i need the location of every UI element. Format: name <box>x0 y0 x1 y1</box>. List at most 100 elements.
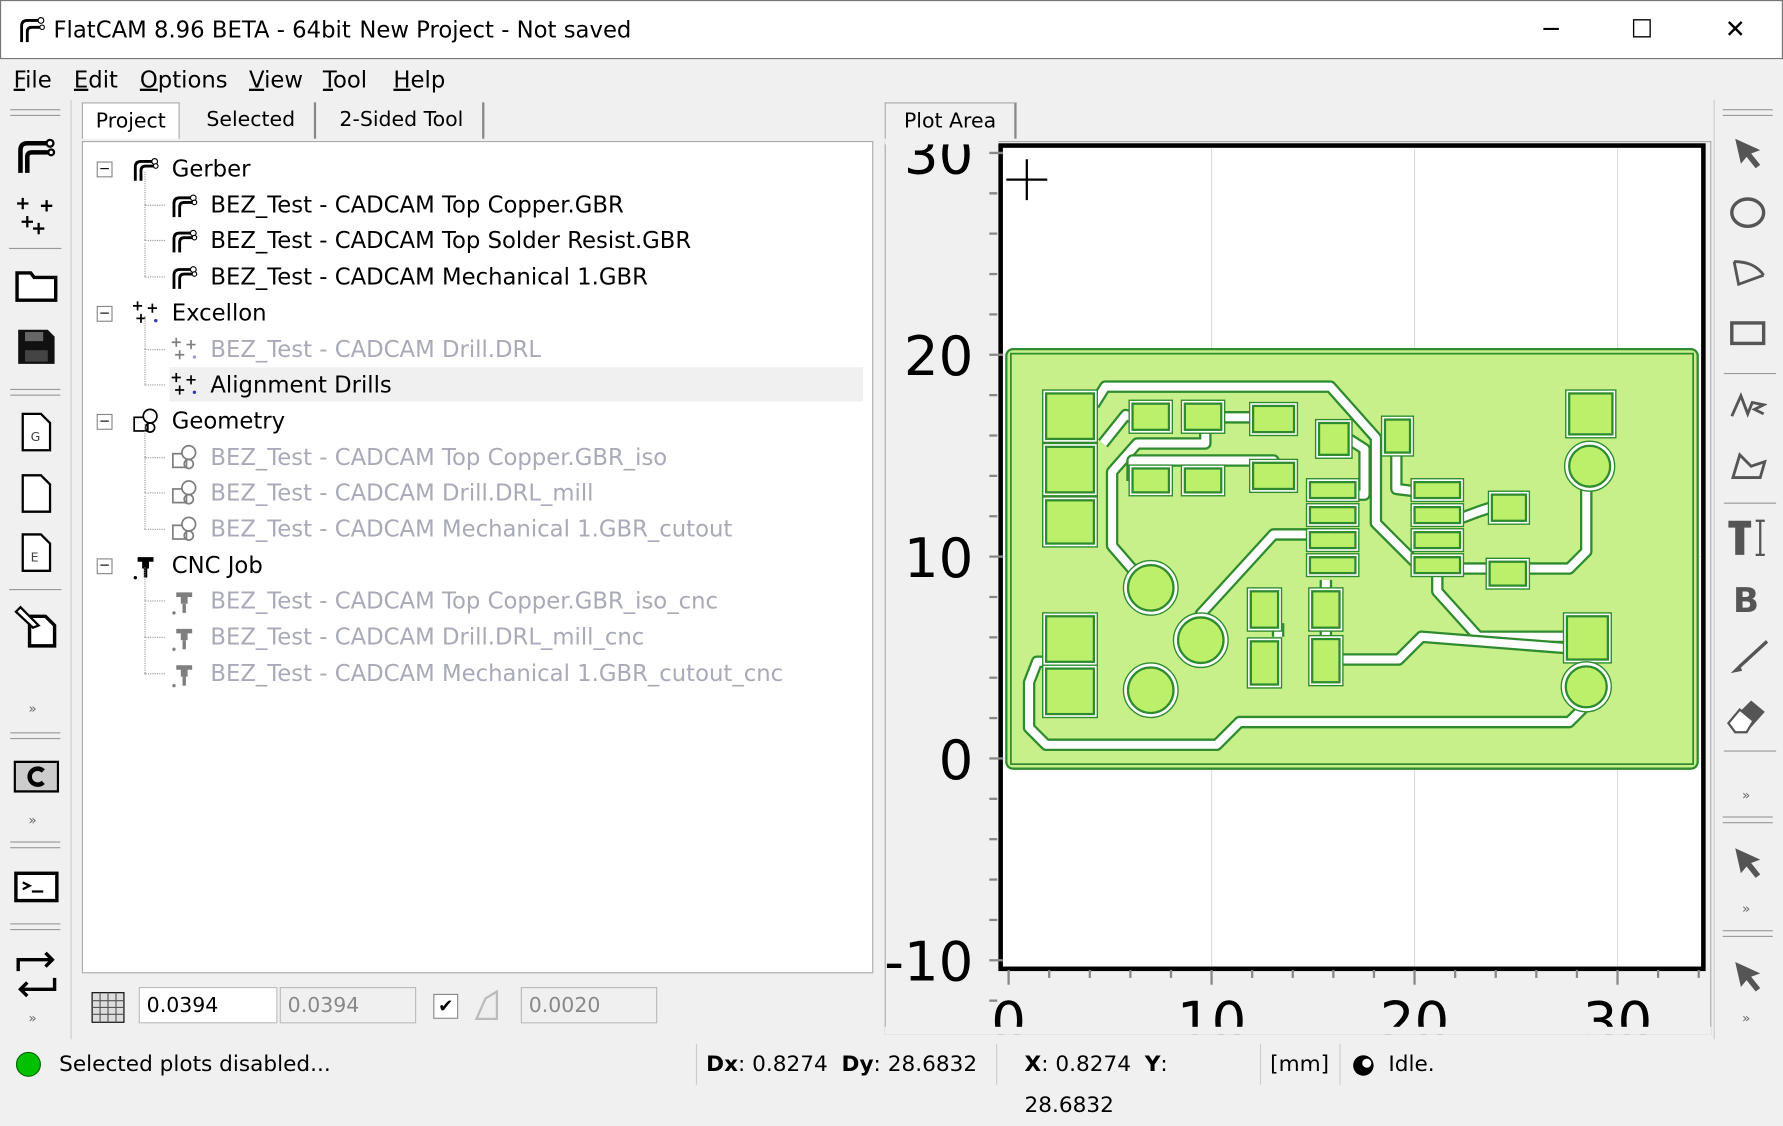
open-folder-icon[interactable] <box>14 266 59 302</box>
copper-pad <box>1413 556 1462 575</box>
select-arrow-icon[interactable] <box>1728 134 1767 173</box>
rectangle-tool-icon[interactable] <box>1728 314 1767 353</box>
save-icon[interactable] <box>16 327 57 366</box>
snap-max-icon[interactable] <box>472 989 506 1023</box>
tree-item[interactable]: Alignment Drills <box>169 367 864 402</box>
copper-pad <box>1565 615 1609 661</box>
tree-item-label: BEZ_Test - CADCAM Top Copper.GBR <box>210 190 624 218</box>
project-tree[interactable]: − Gerber BEZ_Test - CADCAM Top Copper.GBR B… <box>81 141 874 974</box>
toolbar-overflow-icon[interactable]: » <box>1742 787 1750 803</box>
copper-pad <box>1413 531 1462 550</box>
maximize-button[interactable]: ☐ <box>1616 10 1668 51</box>
tree-item[interactable]: BEZ_Test - CADCAM Mechanical 1.GBR_cutou… <box>169 656 863 690</box>
buffer-tool-icon[interactable]: B <box>1728 578 1767 617</box>
open-excellon-icon[interactable] <box>14 191 59 236</box>
toolbar-grip[interactable] <box>10 732 61 740</box>
shell-icon[interactable] <box>14 869 59 905</box>
copper-pad <box>1044 615 1096 663</box>
toolbar-grip[interactable] <box>1722 930 1773 937</box>
dx-value: 0.8274 <box>752 1051 828 1077</box>
close-button[interactable]: ✕ <box>1709 10 1761 51</box>
toolbar-overflow-icon[interactable]: » <box>28 1010 36 1026</box>
collapse-toggle[interactable]: − <box>96 557 113 574</box>
menu-edit[interactable]: Edit <box>74 66 118 93</box>
toolbar-grip[interactable] <box>10 923 61 931</box>
copper-pad <box>1251 461 1296 491</box>
copper-pad <box>1176 616 1225 665</box>
collapse-toggle[interactable]: − <box>96 414 113 430</box>
tree-group[interactable]: CNC Job <box>131 548 863 582</box>
cnc-icon <box>172 628 193 652</box>
toolbar-grip[interactable] <box>1722 109 1773 116</box>
arc-tool-icon[interactable] <box>1728 252 1767 291</box>
snap-max-input[interactable]: 0.0020 <box>520 987 658 1024</box>
tab-2-sided-tool[interactable]: 2-Sided Tool <box>321 102 485 139</box>
x-label: X <box>1024 1051 1042 1077</box>
circle-tool-icon[interactable] <box>1728 193 1767 232</box>
plot-canvas[interactable]: 3020100-100 10 20 30 <box>884 141 1712 1035</box>
new-gerber-file-icon[interactable]: G <box>20 412 52 453</box>
menu-tool[interactable]: Tool <box>323 66 367 93</box>
minimize-button[interactable]: ─ <box>1525 10 1577 51</box>
tree-item-label: BEZ_Test - CADCAM Mechanical 1.GBR_cutou… <box>210 659 784 687</box>
replot-icon[interactable] <box>13 760 60 794</box>
units-label[interactable]: [mm] <box>1259 1043 1335 1085</box>
toolbar-grip[interactable] <box>1722 816 1773 824</box>
toolbar-overflow-icon[interactable]: » <box>1742 1010 1750 1026</box>
path-tool-icon[interactable] <box>1728 384 1768 423</box>
toolbar-grip[interactable] <box>10 841 61 849</box>
collapse-toggle[interactable]: − <box>96 306 113 322</box>
toolbar-overflow-icon[interactable]: » <box>28 812 36 828</box>
tree-item[interactable]: BEZ_Test - CADCAM Top Copper.GBR <box>169 187 863 221</box>
tab-project[interactable]: Project <box>81 102 180 139</box>
text-tool-icon[interactable] <box>1726 516 1771 559</box>
grid-lock-checkbox[interactable]: ✔ <box>433 993 459 1019</box>
gerber-icon <box>172 194 198 217</box>
tree-group[interactable]: Excellon <box>131 295 863 329</box>
new-geometry-file-icon[interactable] <box>20 473 52 514</box>
copper-pad <box>1131 467 1171 494</box>
toolbar-grip[interactable] <box>10 388 61 396</box>
tree-item[interactable]: BEZ_Test - CADCAM Top Copper.GBR_iso_cnc <box>169 584 863 618</box>
edit-object-icon[interactable] <box>14 605 59 648</box>
polygon-tool-icon[interactable] <box>1728 446 1767 485</box>
dx-label: Dx <box>706 1051 739 1077</box>
svg-text:G: G <box>31 429 41 444</box>
tab-plot-area[interactable]: Plot Area <box>884 102 1017 139</box>
tree-group[interactable]: Gerber <box>131 151 863 185</box>
snap-grid-icon[interactable] <box>91 992 125 1024</box>
grid-x-input[interactable]: 0.0394 <box>138 987 278 1024</box>
menu-view[interactable]: View <box>249 66 303 93</box>
select-arrow-icon[interactable] <box>1728 844 1767 883</box>
tree-item-label: BEZ_Test - CADCAM Top Copper.GBR_iso_cnc <box>210 587 719 615</box>
copper-pad <box>1044 392 1096 441</box>
tree-item[interactable]: BEZ_Test - CADCAM Top Copper.GBR_iso <box>169 440 863 474</box>
menu-options[interactable]: Options <box>140 66 228 93</box>
tree-group[interactable]: Geometry <box>131 404 863 438</box>
toolbar-overflow-icon[interactable]: » <box>28 700 36 716</box>
select-arrow-icon[interactable] <box>1728 957 1767 996</box>
tab-selected[interactable]: Selected <box>188 102 317 139</box>
paint-tool-icon[interactable] <box>1726 639 1769 678</box>
toolbar-overflow-icon[interactable]: » <box>1742 901 1750 917</box>
tree-item[interactable]: BEZ_Test - CADCAM Drill.DRL_mill_cnc <box>169 620 863 654</box>
tree-item-label: BEZ_Test - CADCAM Mechanical 1.GBR_cutou… <box>210 515 733 543</box>
collapse-toggle[interactable]: − <box>96 161 113 178</box>
copper-pad <box>1044 667 1096 716</box>
new-excellon-file-icon[interactable]: E <box>20 532 52 573</box>
tree-item[interactable]: BEZ_Test - CADCAM Top Solder Resist.GBR <box>169 223 863 257</box>
eraser-tool-icon[interactable] <box>1726 696 1769 739</box>
tree-item[interactable]: BEZ_Test - CADCAM Drill.DRL_mill <box>169 476 863 510</box>
swap-icon[interactable] <box>14 948 59 1000</box>
menu-view-label: iew <box>264 65 304 94</box>
tree-item[interactable]: BEZ_Test - CADCAM Mechanical 1.GBR <box>169 259 863 293</box>
menu-file[interactable]: File <box>14 66 52 93</box>
toolbar-grip[interactable] <box>10 109 61 116</box>
tree-item[interactable]: BEZ_Test - CADCAM Mechanical 1.GBR_cutou… <box>169 512 863 546</box>
menu-options-mnemonic: O <box>139 65 158 94</box>
open-gerber-icon[interactable] <box>14 132 59 177</box>
tree-item[interactable]: BEZ_Test - CADCAM Drill.DRL <box>169 331 863 365</box>
y-tick-label: -10 <box>885 930 974 994</box>
grid-y-input[interactable]: 0.0394 <box>279 987 417 1024</box>
menu-help[interactable]: Help <box>393 66 445 93</box>
